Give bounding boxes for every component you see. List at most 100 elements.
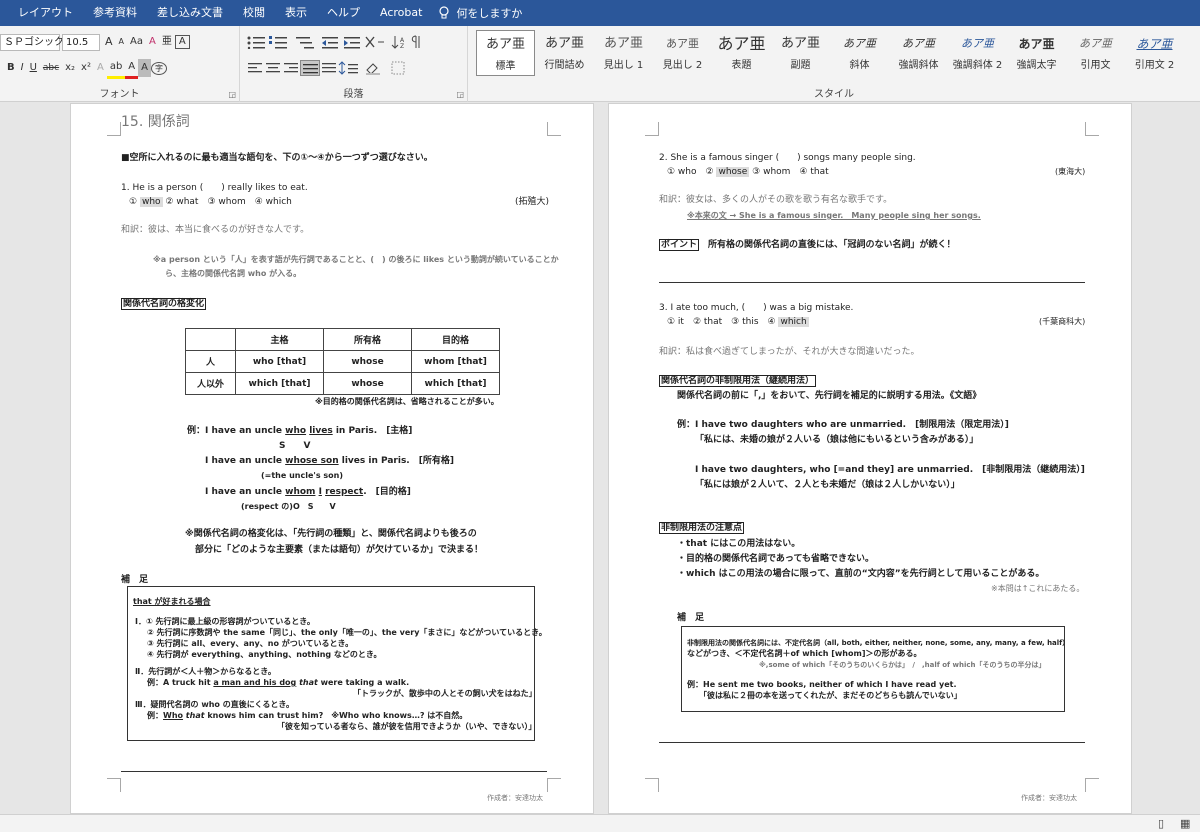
style-heading-2[interactable]: あア亜 見出し 2	[653, 30, 712, 76]
phonetic-guide-button[interactable]: 亜	[159, 33, 175, 51]
menu-help[interactable]: ヘルプ	[317, 0, 370, 26]
style-preview: あア亜	[603, 36, 643, 51]
print-layout-icon[interactable]: ▦	[1180, 817, 1190, 830]
strikethrough-button[interactable]: abc	[40, 59, 62, 77]
underline-button[interactable]: U	[27, 59, 40, 77]
bullets-icon[interactable]	[246, 35, 268, 49]
caution-heading: 非制限用法の注意点	[659, 522, 745, 534]
clear-format-button[interactable]: A	[146, 33, 159, 51]
table-cell: whose	[323, 350, 412, 373]
question-1-translation: 和訳：彼は、本当に食べるのが好きな人です。	[121, 225, 310, 235]
table-header: 目的格	[411, 328, 500, 351]
note-1-cont: ら、主格の関係代名詞 who が入る。	[165, 269, 302, 278]
enclosed-char-button[interactable]: 字	[150, 61, 167, 75]
grow-font-button[interactable]: A	[102, 33, 116, 51]
font-name-select[interactable]: ＳＰゴシック	[0, 33, 64, 51]
table-note: ※目的格の関係代名詞は、省略されることが多い。	[315, 397, 499, 406]
bold-button[interactable]: B	[4, 59, 18, 77]
superscript-button[interactable]: x²	[78, 59, 94, 77]
style-heading-1[interactable]: あア亜 見出し 1	[594, 30, 653, 76]
question-3-translation: 和訳：私は食べ過ぎてしまったが、それが大きな間違いだった。	[659, 347, 920, 357]
example-1: 例：I have an uncle who lives in Paris. [主…	[187, 425, 412, 437]
text: ① it ② that ③ this	[667, 317, 768, 327]
menu-view[interactable]: 表示	[275, 0, 317, 26]
style-normal[interactable]: あア亜 標準	[476, 30, 535, 76]
box-line: 「彼は私に２冊の本を送ってくれたが、まだそのどちらも読んでいない」	[699, 691, 962, 700]
distributed-icon[interactable]	[320, 61, 338, 75]
example-2: I have an uncle whose son lives in Paris…	[205, 455, 454, 467]
nonrestrictive-example-2-translation: 「私には娘が２人いて、２人とも未婚だ（娘は２人しかいない）」	[695, 480, 960, 490]
decrease-indent-icon[interactable]	[320, 35, 342, 49]
question-3: 3. I ate too much, ( ) was a big mistake…	[659, 303, 854, 313]
style-emphasis[interactable]: あア亜 斜体	[830, 30, 889, 76]
shrink-font-button[interactable]: A	[116, 33, 127, 51]
text-effect-button[interactable]: A	[94, 59, 107, 77]
highlight-button[interactable]: ab	[106, 58, 126, 79]
font-size-select[interactable]: 10.5	[62, 33, 100, 51]
crop-mark	[107, 122, 121, 136]
menu-layout[interactable]: レイアウト	[8, 0, 83, 26]
change-case-button[interactable]: Aa	[127, 33, 146, 51]
table-cell	[185, 328, 236, 351]
crop-mark	[547, 122, 561, 136]
increase-indent-icon[interactable]	[342, 35, 364, 49]
style-name: 副題	[790, 60, 811, 71]
table-cell: which [that]	[235, 372, 324, 395]
align-left-icon[interactable]	[246, 61, 264, 75]
style-preview: あア亜	[1079, 37, 1112, 50]
menu-mailings[interactable]: 差し込み文書	[147, 0, 233, 26]
font-dialog-launcher-icon[interactable]: ◲	[228, 90, 236, 99]
text: that	[296, 678, 318, 687]
style-title[interactable]: あア亜 表題	[712, 30, 771, 76]
subscript-button[interactable]: x₂	[62, 59, 78, 77]
question-3-options: ① it ② that ③ this ④ which	[667, 316, 809, 328]
shading-icon[interactable]	[364, 61, 390, 75]
case-table: 主格 所有格 目的格 人 who [that] whose whom [that] 人以外…	[185, 328, 500, 395]
read-mode-icon[interactable]: ▯	[1158, 817, 1164, 830]
example-3-note: (respect の)O S V	[241, 502, 336, 511]
justify-icon[interactable]	[300, 60, 320, 76]
paragraph-dialog-launcher-icon[interactable]: ◲	[456, 90, 464, 99]
line-spacing-icon[interactable]	[338, 61, 364, 75]
style-no-spacing[interactable]: あア亜 行間詰め	[535, 30, 594, 76]
char-shading-button[interactable]: A	[138, 59, 151, 77]
status-bar: ▯ ▦	[0, 814, 1200, 832]
style-intense-emphasis[interactable]: あア亜 強調斜体 2	[948, 30, 1007, 76]
font-color-button[interactable]: A	[125, 58, 139, 79]
menu-review[interactable]: 校閲	[233, 0, 275, 26]
divider	[659, 282, 1085, 283]
sort-icon[interactable]: AZ	[390, 35, 410, 49]
text: whom	[285, 487, 316, 497]
menu-references[interactable]: 参考資料	[83, 0, 147, 26]
numbering-icon[interactable]	[268, 35, 294, 49]
style-name: 斜体	[849, 60, 870, 71]
point-line: ポイント 所有格の関係代名詞の直後には、「冠詞のない名詞」が続く！	[659, 239, 956, 251]
show-marks-icon[interactable]	[410, 35, 424, 49]
question-3-source: (千葉商科大)	[1039, 317, 1086, 326]
style-preview: あア亜	[1018, 37, 1055, 51]
menu-acrobat[interactable]: Acrobat	[370, 0, 432, 26]
point-text: 所有格の関係代名詞の直後には、「冠詞のない名詞」が続く！	[708, 240, 956, 250]
text: knows him can trust him? ※Who who knows……	[204, 711, 468, 720]
text: who	[285, 426, 307, 436]
italic-button[interactable]: I	[18, 59, 27, 77]
page-right[interactable]: 2. She is a famous singer ( ) songs many…	[608, 103, 1132, 814]
asian-layout-icon[interactable]	[364, 35, 390, 49]
style-intense-quote[interactable]: あア亜 引用文 2	[1125, 30, 1184, 76]
char-border-button[interactable]: A	[174, 35, 190, 49]
style-preview: あア亜	[485, 37, 525, 52]
multilevel-list-icon[interactable]	[294, 35, 320, 49]
style-subtle-emphasis[interactable]: あア亜 強調斜体	[889, 30, 948, 76]
align-center-icon[interactable]	[264, 61, 282, 75]
borders-icon[interactable]	[390, 61, 416, 75]
nonrestrictive-heading-text: 関係代名詞の非制限用法（継続用法）	[659, 375, 817, 387]
style-strong[interactable]: あア亜 強調太字	[1007, 30, 1066, 76]
style-quote[interactable]: あア亜 引用文	[1066, 30, 1125, 76]
page-left[interactable]: 15. 関係詞 ■空所に入れるのに最も適当な語句を、下の①～④から一つずつ選びな…	[70, 103, 594, 814]
align-right-icon[interactable]	[282, 61, 300, 75]
document-area[interactable]: 15. 関係詞 ■空所に入れるのに最も適当な語句を、下の①～④から一つずつ選びな…	[0, 103, 1200, 814]
style-name: 引用文 2	[1134, 60, 1175, 71]
style-subtitle[interactable]: あア亜 副題	[771, 30, 830, 76]
crop-mark	[1085, 122, 1099, 136]
tell-me[interactable]: 何をしますか	[432, 5, 522, 21]
